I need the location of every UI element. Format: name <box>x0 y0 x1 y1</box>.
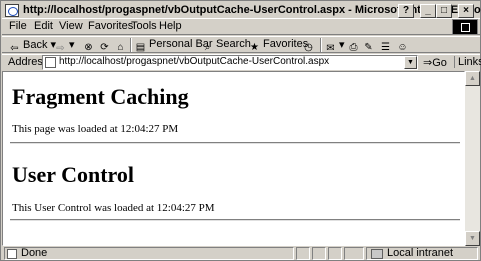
mail-button[interactable]: ✉ ▾ <box>324 38 344 55</box>
history-icon: ◷ <box>304 42 313 53</box>
search-label: Search <box>216 38 251 50</box>
status-bar: Done Local intranet <box>2 246 480 261</box>
back-button[interactable]: ⇦ Back ▾ <box>8 38 56 55</box>
horizontal-rule <box>10 142 460 144</box>
horizontal-rule <box>10 219 460 221</box>
heading-fragment-caching: Fragment Caching <box>12 84 189 109</box>
print-button[interactable]: ⎙ <box>347 38 362 54</box>
history-button[interactable]: ◷ <box>302 38 317 54</box>
ie-page-icon <box>5 4 19 17</box>
address-dropdown-button[interactable]: ▼ <box>404 56 417 69</box>
stop-icon: ⊗ <box>84 42 93 53</box>
print-icon: ⎙ <box>349 42 358 53</box>
stop-button[interactable]: ⊗ <box>82 38 97 54</box>
vertical-scrollbar[interactable]: ▲ ▼ <box>465 71 480 246</box>
page-icon <box>7 249 17 259</box>
search-button[interactable]: ⌕ Search <box>201 38 251 54</box>
favorites-button[interactable]: ★ Favorites <box>248 38 308 54</box>
status-pane <box>296 247 310 260</box>
go-arrow-icon: ⇒ <box>423 57 433 69</box>
home-icon: ⌂ <box>117 42 124 53</box>
edit-icon: ✎ <box>364 42 373 53</box>
minimize-button[interactable]: _ <box>420 4 436 18</box>
heading-user-control: User Control <box>12 162 135 187</box>
menu-bar: File Edit View Favorites Tools Help <box>2 19 480 35</box>
status-pane <box>344 247 364 260</box>
menu-tools[interactable]: Tools <box>131 20 157 32</box>
windows-logo-icon <box>452 19 478 35</box>
forward-button[interactable]: ⇨ ▾ <box>54 38 74 55</box>
refresh-icon: ⟳ <box>100 42 109 53</box>
edit-button[interactable]: ✎ <box>362 38 377 54</box>
status-main-pane: Done <box>4 247 294 260</box>
page-icon <box>45 57 56 68</box>
scroll-up-button[interactable]: ▲ <box>465 71 480 86</box>
personal-bar-icon: ▤ <box>135 42 146 53</box>
title-bar[interactable]: http://localhost/progaspnet/vbOutputCach… <box>2 2 481 19</box>
status-pane <box>312 247 326 260</box>
search-icon: ⌕ <box>204 42 211 53</box>
address-url[interactable]: http://localhost/progaspnet/vbOutputCach… <box>59 56 329 67</box>
browser-window: http://localhost/progaspnet/vbOutputCach… <box>0 0 481 261</box>
zone-text: Local intranet <box>387 247 454 259</box>
home-button[interactable]: ⌂ <box>114 38 129 54</box>
favorites-icon: ★ <box>250 42 259 53</box>
page-content[interactable]: Fragment Caching This page was loaded at… <box>2 71 465 246</box>
security-zone-pane[interactable]: Local intranet <box>366 247 478 260</box>
go-label: Go <box>432 57 447 69</box>
menu-file[interactable]: File <box>9 20 27 32</box>
menu-edit[interactable]: Edit <box>34 20 53 32</box>
discuss-button[interactable]: ☰ <box>379 38 394 54</box>
maximize-button[interactable]: □ <box>436 4 452 18</box>
menu-favorites[interactable]: Favorites <box>88 20 133 32</box>
help-button[interactable]: ? <box>398 4 414 18</box>
toolbar-separator <box>130 38 132 52</box>
messenger-button[interactable]: ☺ <box>396 38 411 54</box>
back-label: Back <box>23 39 48 51</box>
toolbar: ⇦ Back ▾ ⇨ ▾ ⊗ ⟳ ⌂ ▤ Personal Bar ⌕ Search ★… <box>2 36 480 55</box>
user-control-load-text: This User Control was loaded at 12:04:27… <box>12 202 215 214</box>
address-input[interactable]: http://localhost/progaspnet/vbOutputCach… <box>42 55 418 70</box>
menu-view[interactable]: View <box>59 20 83 32</box>
toolbar-separator <box>320 38 322 52</box>
links-button[interactable]: Links <box>454 56 481 68</box>
scroll-down-button[interactable]: ▼ <box>465 231 480 246</box>
menu-help[interactable]: Help <box>159 20 182 32</box>
discuss-icon: ☰ <box>381 42 390 53</box>
page-load-text: This page was loaded at 12:04:27 PM <box>12 123 179 135</box>
messenger-icon: ☺ <box>397 42 408 53</box>
status-pane <box>328 247 342 260</box>
close-button[interactable]: × <box>458 4 474 18</box>
address-bar: Address http://localhost/progaspnet/vbOu… <box>2 54 481 70</box>
refresh-button[interactable]: ⟳ <box>98 38 113 54</box>
intranet-icon <box>371 249 383 259</box>
status-text: Done <box>21 247 48 259</box>
go-button[interactable]: ⇒Go <box>423 56 447 69</box>
